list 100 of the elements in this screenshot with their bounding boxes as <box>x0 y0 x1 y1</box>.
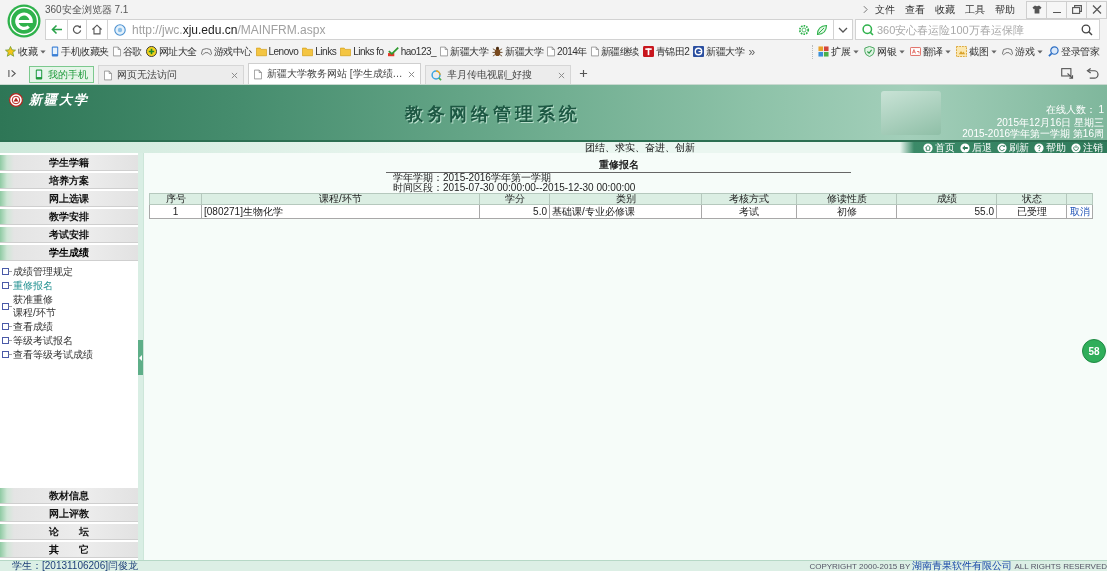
tab-list-icon[interactable] <box>1061 68 1074 79</box>
document-icon <box>440 46 449 57</box>
toolbar-button[interactable]: 登录管家 <box>1048 44 1099 59</box>
table-cell: 考试 <box>701 204 797 219</box>
bookmark-link[interactable]: 2014年 <box>547 44 587 59</box>
menu-link[interactable]: 等级考试报名 <box>13 334 73 347</box>
nav-link[interactable]: 刷新 <box>997 142 1029 153</box>
copyright-text: COPYRIGHT 2000-2015 BY 湖南青果软件有限公司 ALL RIGHTS RESERVED <box>809 560 1107 571</box>
menu-section-header[interactable]: 教学安排 <box>0 209 138 225</box>
caret-down-icon[interactable] <box>853 49 859 54</box>
gear-icon[interactable] <box>798 23 810 36</box>
slogan-text: 团结、求实、奋进、创新 <box>585 142 695 153</box>
caret-down-icon[interactable] <box>945 49 951 54</box>
menu-link[interactable]: 获准重修 课程/环节 <box>13 293 56 319</box>
online-count: 在线人数： 1 <box>1045 104 1104 115</box>
menu-section-header[interactable]: 学生学籍 <box>0 155 138 171</box>
bookmark-link[interactable]: 青锦田2 <box>642 44 690 59</box>
menu-item[interactable]: 文件 <box>875 2 895 17</box>
toolbar-button[interactable]: 截图 <box>956 44 988 59</box>
browser-logo-icon[interactable] <box>7 4 41 38</box>
company-link[interactable]: 湖南青果软件有限公司 <box>912 559 1013 571</box>
splitter-handle[interactable] <box>138 340 143 375</box>
menu-item[interactable]: 查看 <box>905 2 925 17</box>
caret-down-icon[interactable] <box>899 49 905 54</box>
nav-link[interactable]: 帮助 <box>1034 142 1066 153</box>
bookmark-link[interactable]: 新疆大学 <box>440 44 489 59</box>
bookmark-link[interactable]: 收藏 <box>5 44 37 59</box>
nav-link[interactable]: 注销 <box>1071 142 1103 153</box>
toolbar-button[interactable]: 扩展 <box>818 44 850 59</box>
menu-item[interactable]: 收藏 <box>935 2 955 17</box>
menu-section-header[interactable]: 教材信息 <box>0 488 138 504</box>
caret-down-icon <box>838 26 848 33</box>
back-button[interactable] <box>45 19 68 40</box>
column-header: 学分 <box>479 193 550 205</box>
menu-section-header[interactable]: 学生成绩 <box>0 245 138 261</box>
bookmark-link[interactable]: Links fo <box>340 46 384 57</box>
search-field[interactable]: 360安心春运险100万春运保障 <box>855 19 1100 40</box>
home-icon <box>91 24 103 35</box>
student-name: 学生：[20131106206]闫俊龙 <box>12 561 138 571</box>
minimize-icon <box>1052 11 1061 14</box>
bookmark-link[interactable]: 网址大全 <box>145 44 197 59</box>
sidebar-toggle-icon[interactable] <box>8 69 17 78</box>
bookmark-link[interactable]: Lenovo <box>255 46 299 57</box>
caret-down-icon[interactable] <box>1037 49 1043 54</box>
menu-section-header[interactable]: 考试安排 <box>0 227 138 243</box>
leaf-icon[interactable] <box>816 23 828 36</box>
bookmark-link[interactable]: 手机收藏夹 <box>51 44 109 59</box>
menu-section-header[interactable]: 网上评教 <box>0 506 138 522</box>
term-text: 学年学期：2015-2016学年第一学期 <box>392 173 552 183</box>
close-tab-icon[interactable] <box>557 71 565 79</box>
close-tab-icon[interactable] <box>407 70 415 78</box>
menu-section-header[interactable]: 网上选课 <box>0 191 138 207</box>
bookmark-link[interactable]: Links <box>302 46 337 57</box>
menu-link[interactable]: 重修报名 <box>13 279 53 292</box>
gamepad-icon <box>1002 46 1013 57</box>
caret-down-icon[interactable] <box>40 49 46 54</box>
letter-tile-icon <box>642 46 654 57</box>
column-header: 状态 <box>996 193 1067 205</box>
menu-link[interactable]: 查看成绩 <box>13 320 53 333</box>
bookmark-link[interactable]: 新疆大学 <box>693 44 745 59</box>
maximize-button[interactable] <box>1066 0 1087 19</box>
more-bookmarks[interactable]: » <box>748 44 756 59</box>
browser-tab[interactable]: 新疆大学教务网站 [学生成绩… <box>248 63 421 84</box>
menu-section-header[interactable]: 培养方案 <box>0 173 138 189</box>
nav-link[interactable]: 后退 <box>960 142 992 153</box>
browser-tab[interactable]: 网页无法访问 <box>98 65 244 84</box>
magnifier-icon <box>1048 46 1059 57</box>
checkmark-icon <box>387 46 399 57</box>
reload-button[interactable] <box>67 19 87 40</box>
browser-tab[interactable]: 芈月传电视剧_好搜 <box>424 65 571 84</box>
document-icon <box>104 69 112 81</box>
skin-button[interactable] <box>1026 0 1047 19</box>
bookmark-link[interactable]: hao123_ <box>387 46 437 57</box>
menu-section-header[interactable]: 论 坛 <box>0 524 138 540</box>
menu-item[interactable]: 工具 <box>965 2 985 17</box>
address-bar[interactable]: http://jwc.xju.edu.cn/MAINFRM.aspx <box>107 19 834 40</box>
new-tab-icon[interactable] <box>578 69 588 78</box>
search-icon[interactable] <box>1081 23 1093 36</box>
bookmark-link[interactable]: 新疆大学 <box>492 44 544 59</box>
bookmark-link[interactable]: 新疆继续 <box>590 44 639 59</box>
bookmark-link[interactable]: 游戏中心 <box>200 44 252 59</box>
column-header: 类别 <box>549 193 702 205</box>
close-tab-icon[interactable] <box>231 71 238 79</box>
shirt-icon <box>1031 5 1042 14</box>
toolbar-button[interactable]: 网银 <box>864 44 896 59</box>
page-title: 重修报名 <box>386 158 851 173</box>
caret-down-icon[interactable] <box>991 49 997 54</box>
close-button[interactable] <box>1086 0 1107 19</box>
nav-link[interactable]: 首页 <box>923 142 955 153</box>
menu-section-header[interactable]: 其 它 <box>0 542 138 558</box>
undo-icon[interactable] <box>1086 68 1099 79</box>
toolbar-button[interactable]: 游戏 <box>1002 44 1034 59</box>
column-header: 成绩 <box>896 193 997 205</box>
menu-item[interactable]: 帮助 <box>995 2 1015 17</box>
bookmark-link[interactable]: 谷歌 <box>112 44 142 59</box>
menu-link[interactable]: 查看等级考试成绩 <box>13 348 93 361</box>
menu-link[interactable]: 成绩管理规定 <box>13 265 73 278</box>
home-button[interactable] <box>86 19 108 40</box>
toolbar-button[interactable]: 翻译 <box>910 44 942 59</box>
folder-icon <box>340 46 352 57</box>
